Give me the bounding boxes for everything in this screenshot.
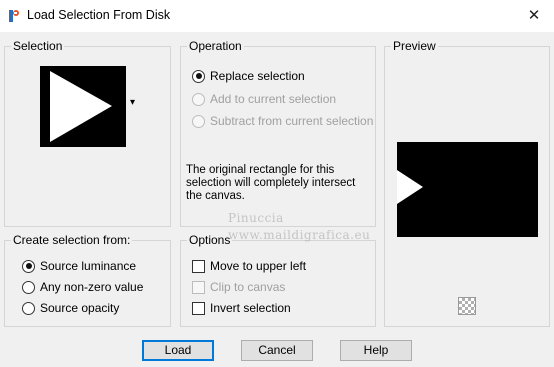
radio-source-opacity[interactable]: Source opacity [22,301,119,315]
window-title: Load Selection From Disk [27,8,171,22]
checkbox-box [192,259,205,273]
radio-add-to-current-selection[interactable]: Add to current selection [192,92,336,106]
transparency-checker-icon[interactable] [458,297,476,315]
checkbox-move-to-upper-left[interactable]: Move to upper left [192,259,306,273]
create-selection-from-label: Create selection from: [11,232,133,248]
selection-group-label: Selection [11,38,65,54]
selection-thumbnail[interactable] [40,66,126,147]
radio-circle [22,301,35,315]
radio-label: Replace selection [210,69,305,83]
radio-label: Source luminance [40,259,137,273]
options-group-label: Options [187,232,233,248]
checkbox-label: Invert selection [210,301,291,315]
radio-label: Any non-zero value [40,280,144,294]
operation-info-text: The original rectangle for this selectio… [186,164,356,202]
watermark-line-1: Pinuccia [228,211,284,225]
preview-canvas [397,142,538,237]
close-button[interactable]: ✕ [514,0,554,32]
operation-group-label: Operation [187,38,244,54]
app-icon [9,10,19,22]
radio-label: Subtract from current selection [210,114,374,128]
radio-replace-selection[interactable]: Replace selection [192,69,305,83]
radio-source-luminance[interactable]: Source luminance [22,259,136,273]
radio-circle [192,92,205,106]
help-button[interactable]: Help [340,340,412,361]
cancel-button[interactable]: Cancel [241,340,313,361]
radio-any-non-zero-value[interactable]: Any non-zero value [22,280,143,294]
radio-circle [22,259,35,273]
load-button[interactable]: Load [142,340,214,361]
checkbox-box [192,280,205,294]
radio-circle [22,280,35,294]
watermark-line-2: www.maildigrafica.eu [228,228,371,242]
preview-triangle [397,170,423,204]
checkbox-label: Move to upper left [210,259,307,273]
radio-subtract-from-current-selection[interactable]: Subtract from current selection [192,114,373,128]
checkbox-box [192,301,205,315]
radio-label: Add to current selection [210,92,337,106]
checkbox-invert-selection[interactable]: Invert selection [192,301,291,315]
checkbox-clip-to-canvas[interactable]: Clip to canvas [192,280,285,294]
preview-group-label: Preview [391,38,438,54]
radio-label: Source opacity [40,301,120,315]
radio-circle [192,114,205,128]
checkbox-label: Clip to canvas [210,280,286,294]
radio-circle [192,69,205,83]
title-bar: Load Selection From Disk ✕ [0,0,554,32]
selection-dropdown-arrow[interactable]: ▾ [130,97,135,108]
triangle-selection-image [50,71,112,142]
